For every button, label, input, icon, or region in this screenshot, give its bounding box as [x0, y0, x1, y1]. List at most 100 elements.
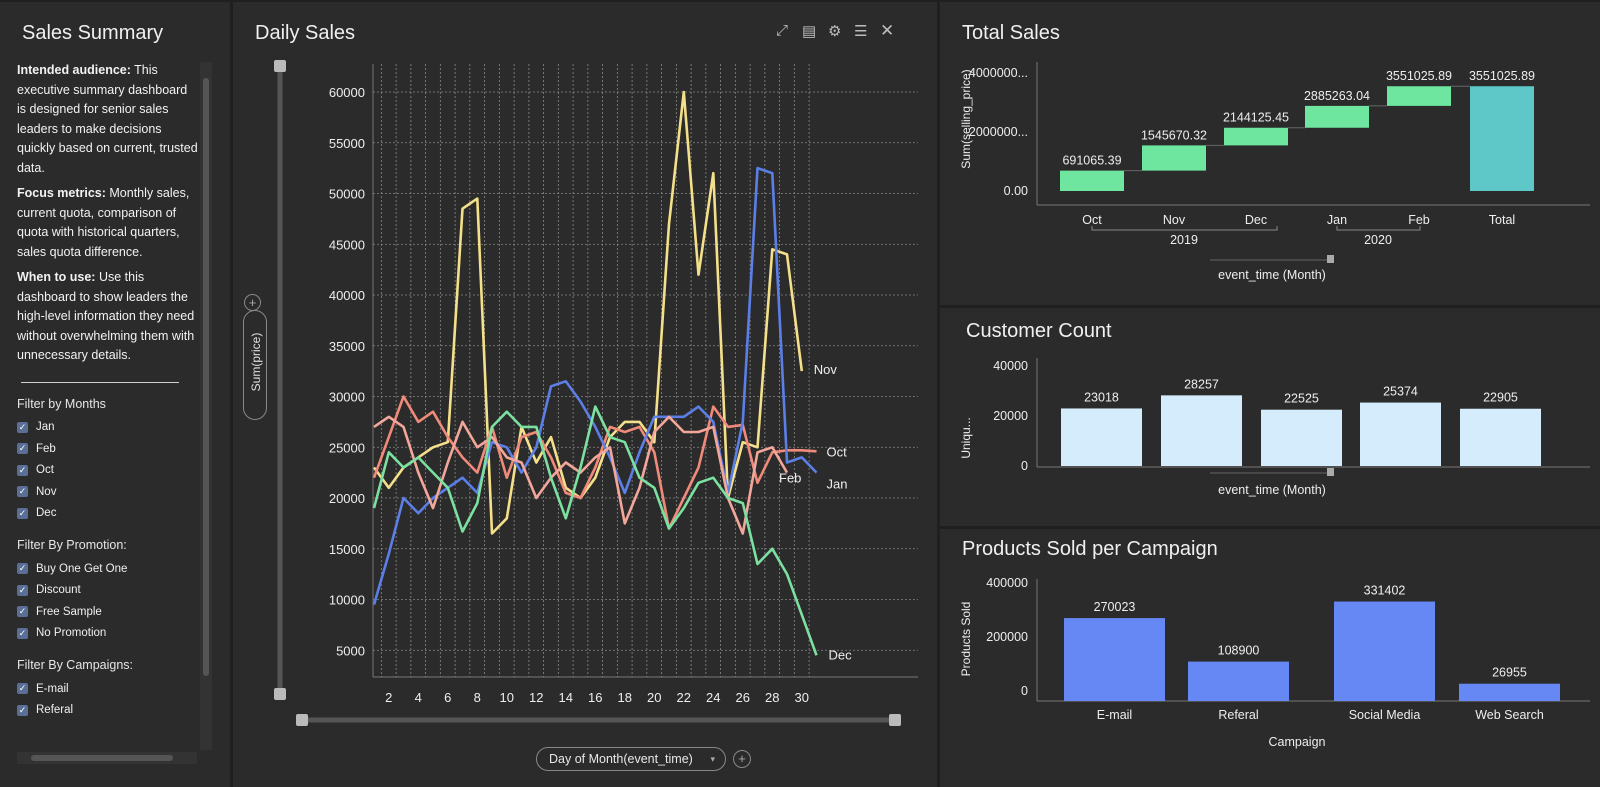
campaign-filter: ✓ E-mail ✓ Referal: [17, 678, 199, 721]
add-x-axis-icon[interactable]: +: [733, 750, 751, 768]
y-axis-pill-label: Sum(price): [249, 332, 263, 392]
x-tick-label: Oct: [1082, 213, 1102, 227]
y-tick-label: 4000000...: [969, 66, 1028, 80]
x-axis-title: event_time (Month): [1218, 268, 1326, 282]
bar-value-label: 23018: [1084, 390, 1119, 404]
y-tick-label: 10000: [329, 593, 365, 608]
total-sales-panel: Total Sales 0.00 2000000... 4000000... Sum(…: [940, 2, 1600, 305]
chevron-down-icon[interactable]: ▾: [710, 748, 715, 770]
y-tick-label: 60000: [329, 85, 365, 100]
series-label-nov: Nov: [814, 362, 838, 377]
bar-value-label: 26955: [1492, 666, 1527, 680]
x-tick-label: 24: [706, 690, 720, 705]
check-icon[interactable]: ✓: [17, 486, 28, 498]
check-icon[interactable]: ✓: [17, 606, 28, 618]
check-icon[interactable]: ✓: [17, 421, 28, 433]
series-label-dec: Dec: [829, 647, 853, 662]
promotion-checkbox[interactable]: ✓ Discount: [17, 580, 199, 602]
x-tick-label: 30: [795, 690, 809, 705]
x-tick-label: Social Media: [1349, 708, 1421, 722]
y-tick-label: 20000: [329, 491, 365, 506]
campaign-label: Referal: [36, 704, 74, 717]
check-icon[interactable]: ✓: [17, 507, 28, 519]
waterfall-bar: [1224, 127, 1288, 146]
bar-value-label: 3551025.89: [1469, 69, 1535, 83]
check-icon[interactable]: ✓: [17, 443, 28, 455]
metrics-label: Focus metrics:: [17, 186, 106, 200]
add-y-axis-icon[interactable]: +: [244, 294, 261, 311]
check-icon[interactable]: ✓: [17, 627, 28, 639]
customer-count-panel: Customer Count 0 20000 40000 Uniqu... 23018 2…: [940, 308, 1600, 526]
x-tick-label: Referal: [1218, 708, 1258, 722]
month-checkbox[interactable]: ✓ Feb: [17, 438, 199, 460]
filter-months-label: Filter by Months: [17, 396, 106, 411]
campaign-bar: [1334, 601, 1435, 701]
check-icon[interactable]: ✓: [17, 563, 28, 575]
month-checkbox[interactable]: ✓ Dec: [17, 503, 199, 525]
check-icon[interactable]: ✓: [17, 683, 28, 695]
campaign-bar: [1064, 618, 1165, 701]
vertical-scrollbar[interactable]: [200, 62, 212, 750]
filter-promotion-label: Filter By Promotion:: [17, 538, 127, 552]
month-label: Dec: [36, 507, 57, 520]
y-tick-label: 0: [1021, 459, 1028, 473]
month-label: Feb: [36, 442, 56, 455]
month-checkbox[interactable]: ✓ Jan: [17, 417, 199, 439]
bar-value-label: 2144125.45: [1223, 111, 1289, 125]
x-tick-label: 20: [647, 690, 661, 705]
bar-value-label: 22525: [1284, 392, 1319, 406]
promotion-checkbox[interactable]: ✓ Free Sample: [17, 601, 199, 623]
y-slider-handle-bottom: [274, 688, 286, 700]
waterfall-bar: [1305, 105, 1369, 128]
customer-bar: [1061, 408, 1142, 466]
axis-scroll-handle: [1327, 255, 1334, 263]
bar-value-label: 691065.39: [1062, 154, 1121, 168]
bar-value-label: 22905: [1483, 391, 1518, 405]
when-paragraph: When to use: Use this dashboard to show …: [17, 268, 199, 366]
promotion-checkbox[interactable]: ✓ No Promotion: [17, 623, 199, 645]
series-label-oct: Oct: [827, 444, 848, 459]
customer-bar: [1261, 409, 1342, 466]
audience-text: This executive summary dashboard is desi…: [17, 63, 198, 175]
month-checkbox[interactable]: ✓ Oct: [17, 460, 199, 482]
promotion-label: No Promotion: [36, 627, 107, 640]
x-axis-title: event_time (Month): [1218, 483, 1326, 497]
x-slider-handle-left: [296, 714, 308, 726]
y-tick-label: 30000: [329, 390, 365, 405]
scrollbar-thumb[interactable]: [203, 78, 209, 676]
x-axis-pill-label: Day of Month(event_time): [549, 752, 693, 766]
y-axis-title: Sum(selling_price): [959, 69, 973, 168]
promotion-checkbox[interactable]: ✓ Buy One Get One: [17, 558, 199, 580]
x-axis-pill[interactable]: Day of Month(event_time) ▾: [536, 747, 726, 771]
customer-bar: [1161, 395, 1242, 466]
customer-bar: [1360, 402, 1441, 466]
filter-campaign-label: Filter By Campaigns:: [17, 658, 134, 672]
check-icon[interactable]: ✓: [17, 704, 28, 716]
y-tick-label: 2000000...: [969, 125, 1028, 139]
x-tick-label: E-mail: [1097, 708, 1132, 722]
waterfall-bar: [1142, 145, 1206, 171]
bar-value-label: 331402: [1364, 584, 1406, 598]
horizontal-scrollbar[interactable]: [17, 752, 197, 764]
campaign-checkbox[interactable]: ✓ E-mail: [17, 678, 199, 700]
x-tick-label: 28: [765, 690, 779, 705]
x-tick-label: 22: [677, 690, 691, 705]
x-tick-label: Jan: [1327, 213, 1347, 227]
bar-value-label: 1545670.32: [1141, 128, 1207, 142]
y-axis-pill[interactable]: Sum(price): [243, 310, 267, 420]
check-icon[interactable]: ✓: [17, 584, 28, 596]
hscroll-thumb[interactable]: [31, 755, 173, 761]
x-tick-label: 14: [559, 690, 573, 705]
y-tick-label: 400000: [986, 576, 1028, 590]
year-label: 2019: [1170, 233, 1198, 247]
check-icon[interactable]: ✓: [17, 464, 28, 476]
metrics-paragraph: Focus metrics: Monthly sales, current qu…: [17, 184, 199, 262]
sales-summary-panel: Sales Summary Intended audience: This ex…: [0, 2, 230, 787]
campaign-bar: [1188, 661, 1289, 701]
y-tick-label: 25000: [329, 440, 365, 455]
month-checkbox[interactable]: ✓ Nov: [17, 481, 199, 503]
campaign-checkbox[interactable]: ✓ Referal: [17, 700, 199, 722]
daily-sales-panel: Daily Sales ⤢ ▤ ⚙ ☰ ✕ 2 4 6 8 10 12 14 16 18 20 22…: [233, 2, 937, 787]
customer-bar: [1460, 408, 1541, 466]
products-campaign-panel: Products Sold per Campaign 0 200000 400000…: [940, 529, 1600, 787]
